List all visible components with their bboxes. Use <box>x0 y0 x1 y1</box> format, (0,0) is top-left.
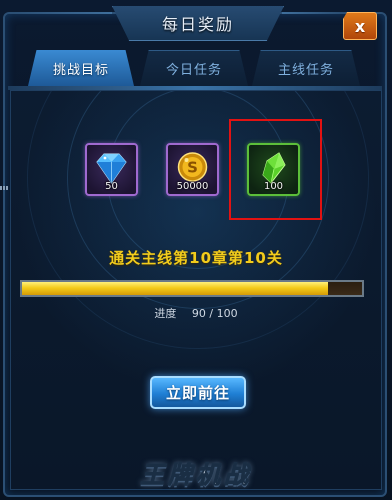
reward-quantity: 50000 <box>176 181 209 192</box>
reward-item-gold[interactable]: S 50000 <box>166 143 219 196</box>
side-handle <box>0 186 8 190</box>
tab-label: 挑战目标 <box>52 62 109 78</box>
dialog-header: 每日奖励 <box>112 6 284 41</box>
game-logo: 王牌机战 <box>118 452 274 492</box>
reward-highlight-frame <box>229 119 322 220</box>
mission-description: 通关主线第10章第10关 <box>109 249 283 267</box>
daily-reward-dialog: 每日奖励 x 挑战目标 今日任务 主线任务 50 S 50000 100 通关主… <box>0 0 392 500</box>
progress-value: 90 / 100 <box>191 307 238 320</box>
reward-quantity: 50 <box>105 181 118 192</box>
close-button[interactable]: x <box>343 12 377 40</box>
header-divider-left <box>14 12 112 14</box>
header-divider-right <box>282 12 340 14</box>
progress-bar <box>20 280 364 297</box>
go-now-label: 立即前往 <box>165 384 230 402</box>
progress-label: 进度 <box>154 307 177 320</box>
svg-text:S: S <box>187 159 198 177</box>
tab-label: 主线任务 <box>277 63 334 78</box>
tab-daily-tasks[interactable]: 今日任务 <box>140 50 248 86</box>
progress-readout: 进度 90 / 100 <box>0 305 392 321</box>
progress-bar-fill <box>22 282 328 295</box>
go-now-button[interactable]: 立即前往 <box>150 376 246 409</box>
close-icon: x <box>354 16 366 36</box>
tab-main-tasks[interactable]: 主线任务 <box>252 50 360 86</box>
tab-label: 今日任务 <box>165 63 222 78</box>
reward-item-diamond[interactable]: 50 <box>85 143 138 196</box>
dialog-title: 每日奖励 <box>161 15 234 34</box>
tab-challenge-goals[interactable]: 挑战目标 <box>28 50 134 86</box>
game-logo-text: 王牌机战 <box>140 459 252 489</box>
